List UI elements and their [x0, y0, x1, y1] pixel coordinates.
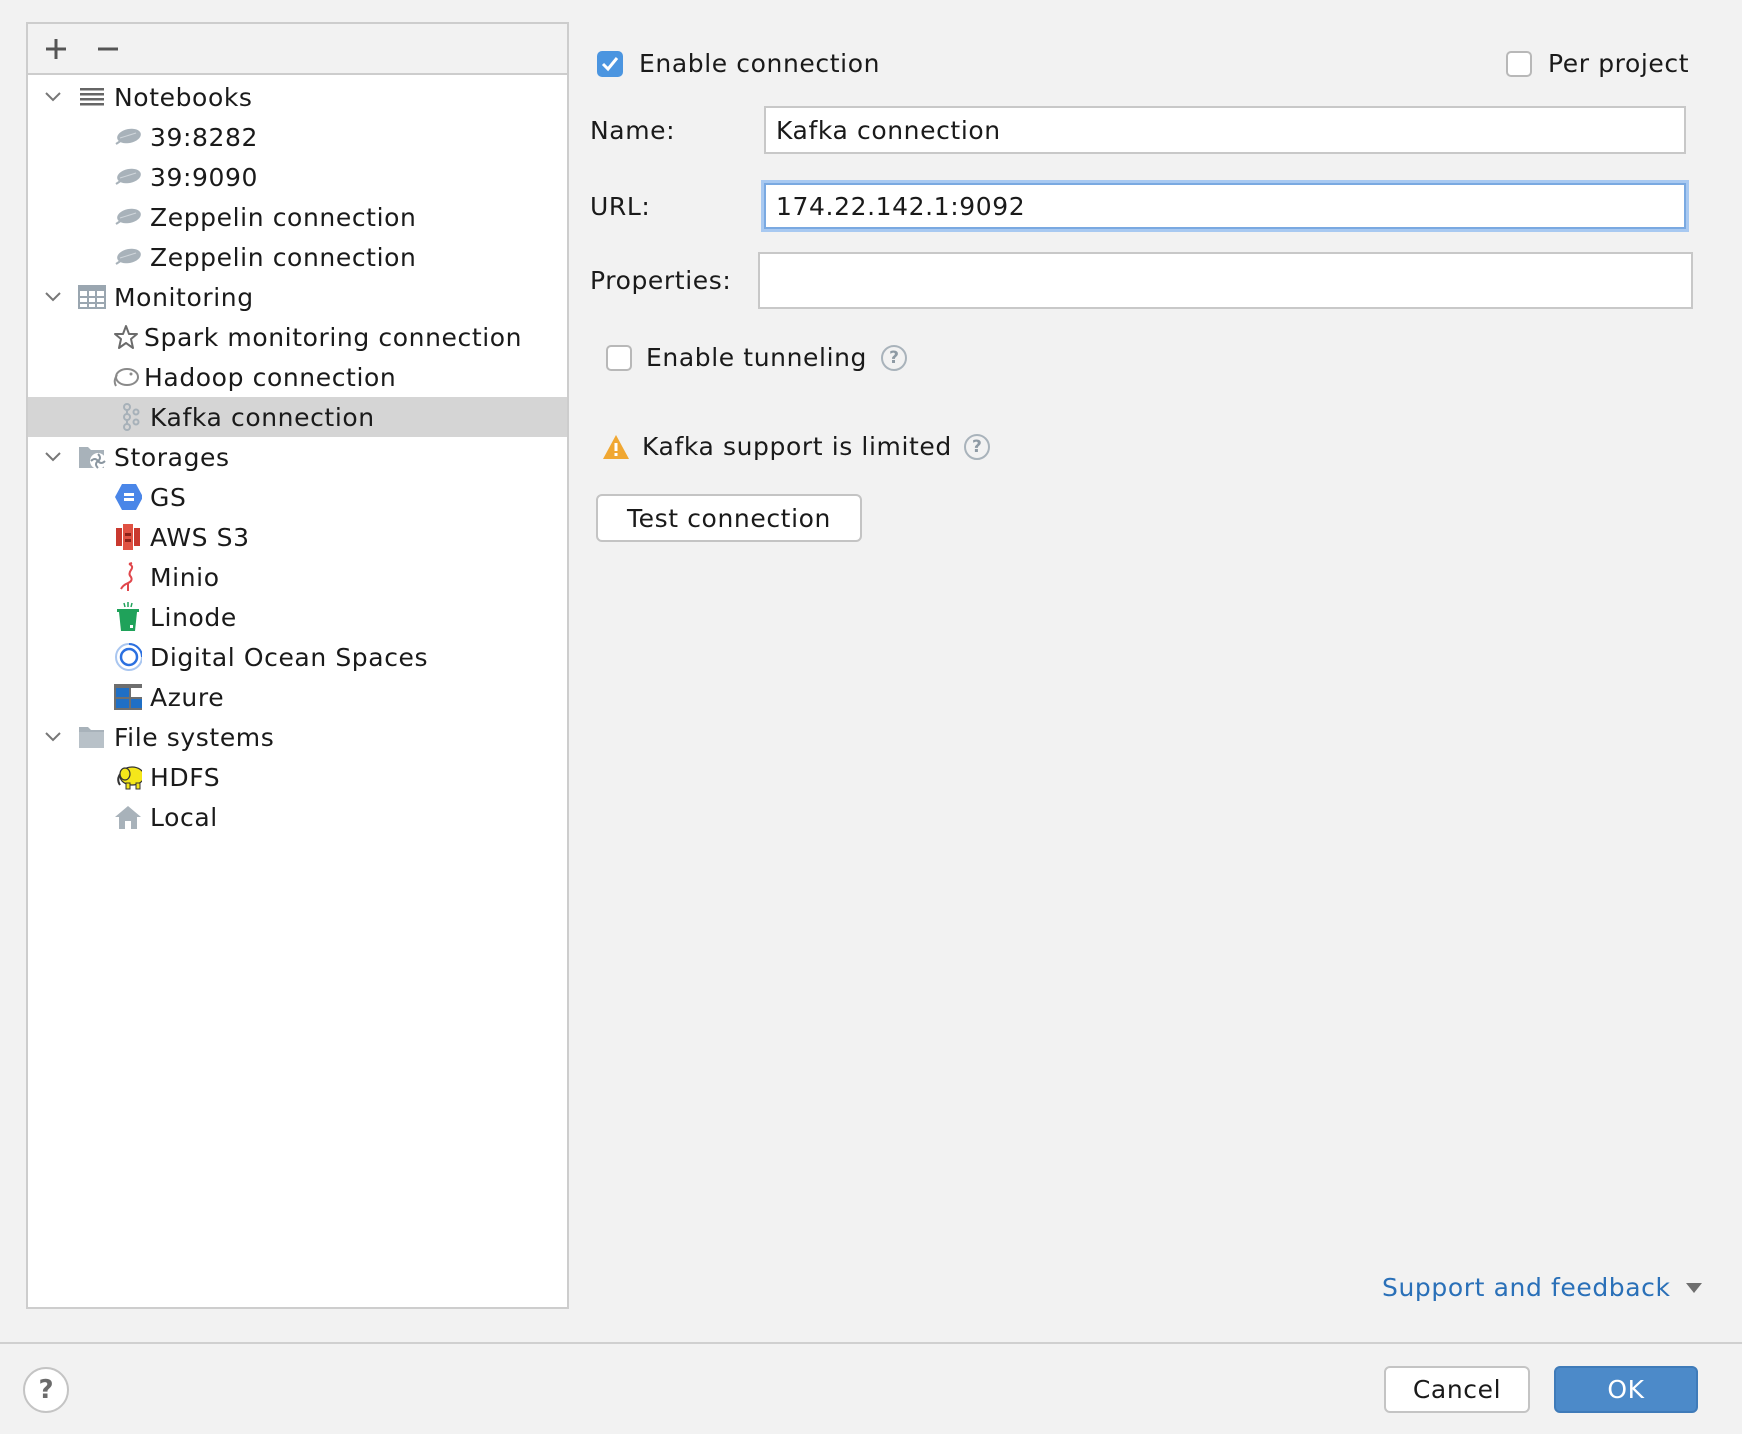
aws-s3-icon [114, 523, 142, 551]
kafka-icon [116, 403, 144, 431]
table-icon [78, 283, 106, 311]
chevron-down-icon[interactable] [42, 286, 64, 308]
tree-item-label: 39:9090 [150, 162, 259, 192]
properties-input[interactable] [758, 252, 1693, 309]
tree-item[interactable]: Minio [28, 557, 567, 597]
azure-icon [114, 683, 142, 711]
tree-item-label: AWS S3 [150, 522, 250, 552]
tree-group-file-systems[interactable]: File systems [28, 717, 567, 757]
checkbox-unchecked[interactable] [1506, 50, 1532, 77]
tree-group-notebooks[interactable]: Notebooks [28, 77, 567, 117]
tree-item-label: Hadoop connection [144, 362, 397, 392]
tree-item[interactable]: Azure [28, 677, 567, 717]
warning-icon [603, 434, 629, 459]
home-icon [114, 803, 142, 831]
tree-group-label: Notebooks [114, 82, 253, 112]
checkmark-icon [601, 56, 619, 71]
tree-item[interactable]: Zeppelin connection [28, 237, 567, 277]
storage-folder-icon [78, 443, 106, 471]
remove-connection-button[interactable] [90, 32, 126, 66]
per-project-label: Per project [1548, 49, 1690, 78]
kafka-warning: Kafka support is limited ? [602, 432, 990, 461]
support-feedback-link[interactable]: Support and feedback [1382, 1273, 1703, 1302]
checkbox-checked[interactable] [597, 50, 623, 77]
url-input[interactable]: 174.22.142.1:9092 [764, 183, 1686, 229]
minio-flamingo-icon [114, 562, 142, 591]
digital-ocean-icon [114, 643, 142, 671]
tree-item[interactable]: Hadoop connection [28, 357, 567, 397]
per-project-checkbox[interactable]: Per project [1506, 49, 1689, 78]
list-icon [78, 83, 106, 111]
footer-divider [0, 1342, 1742, 1344]
enable-tunneling-checkbox[interactable]: Enable tunneling ? [606, 343, 908, 372]
spark-star-icon [112, 323, 140, 351]
url-input-value: 174.22.142.1:9092 [776, 191, 1026, 221]
tree-group-monitoring[interactable]: Monitoring [28, 277, 567, 317]
help-icon[interactable]: ? [881, 344, 908, 371]
tree-item-label: Kafka connection [150, 402, 375, 432]
checkbox-unchecked[interactable] [606, 344, 632, 371]
help-icon[interactable]: ? [963, 433, 990, 460]
tree-item[interactable]: 39:8282 [28, 117, 567, 157]
tree-item-label: Zeppelin connection [150, 202, 417, 232]
tree-group-label: Storages [114, 442, 230, 472]
zeppelin-icon [114, 203, 142, 231]
hadoop-elephant-icon [112, 363, 140, 391]
tree-item[interactable]: Spark monitoring connection [28, 317, 567, 357]
tree-item[interactable]: Linode [28, 597, 567, 637]
zeppelin-icon [114, 243, 142, 271]
tree-item-label: Minio [150, 562, 220, 592]
tree-item-label: Digital Ocean Spaces [150, 642, 429, 672]
tree-item-label: Zeppelin connection [150, 242, 417, 272]
tree-toolbar [28, 24, 567, 75]
tree-item[interactable]: HDFS [28, 757, 567, 797]
url-label: URL: [590, 192, 651, 221]
tree-item-selected[interactable]: Kafka connection [28, 397, 567, 437]
add-connection-button[interactable] [38, 32, 74, 66]
tree-item[interactable]: GS [28, 477, 567, 517]
tree-item-label: GS [150, 482, 187, 512]
chevron-down-icon[interactable] [42, 726, 64, 748]
name-label: Name: [590, 116, 676, 145]
tree-item-label: Local [150, 802, 218, 832]
google-storage-icon [114, 483, 142, 511]
support-feedback-label[interactable]: Support and feedback [1382, 1273, 1671, 1302]
tree-item[interactable]: Digital Ocean Spaces [28, 637, 567, 677]
dropdown-arrow-icon[interactable] [1685, 1282, 1703, 1294]
linode-bucket-icon [114, 602, 142, 631]
tree-item-label: Linode [150, 602, 237, 632]
tree-item[interactable]: Local [28, 797, 567, 837]
plus-icon [46, 39, 66, 59]
enable-tunneling-label: Enable tunneling [646, 343, 868, 372]
tree-item-label: 39:8282 [150, 122, 259, 152]
hdfs-elephant-icon [114, 763, 142, 791]
name-input[interactable]: Kafka connection [764, 106, 1686, 154]
minus-icon [98, 47, 118, 51]
help-button[interactable]: ? [23, 1367, 69, 1413]
warning-text: Kafka support is limited [642, 432, 952, 461]
enable-connection-checkbox[interactable]: Enable connection [597, 49, 880, 78]
cancel-button[interactable]: Cancel [1384, 1366, 1530, 1413]
tree-item-label: HDFS [150, 762, 221, 792]
tree-group-label: Monitoring [114, 282, 254, 312]
tree-item-label: Spark monitoring connection [144, 322, 523, 352]
chevron-down-icon[interactable] [42, 86, 64, 108]
tree-group-storages[interactable]: Storages [28, 437, 567, 477]
name-input-value: Kafka connection [776, 115, 1001, 145]
enable-connection-label: Enable connection [639, 49, 881, 78]
tree-item[interactable]: AWS S3 [28, 517, 567, 557]
properties-label: Properties: [590, 266, 732, 295]
tree-group-label: File systems [114, 722, 275, 752]
folder-icon [78, 723, 106, 751]
tree-item[interactable]: Zeppelin connection [28, 197, 567, 237]
ok-button[interactable]: OK [1554, 1366, 1698, 1413]
chevron-down-icon[interactable] [42, 446, 64, 468]
tree-item[interactable]: 39:9090 [28, 157, 567, 197]
connections-tree-panel: Notebooks 39:8282 39:9090 Zeppelin conne… [26, 22, 569, 1309]
zeppelin-icon [114, 123, 142, 151]
tree-item-label: Azure [150, 682, 225, 712]
test-connection-button[interactable]: Test connection [596, 494, 862, 542]
zeppelin-icon [114, 163, 142, 191]
